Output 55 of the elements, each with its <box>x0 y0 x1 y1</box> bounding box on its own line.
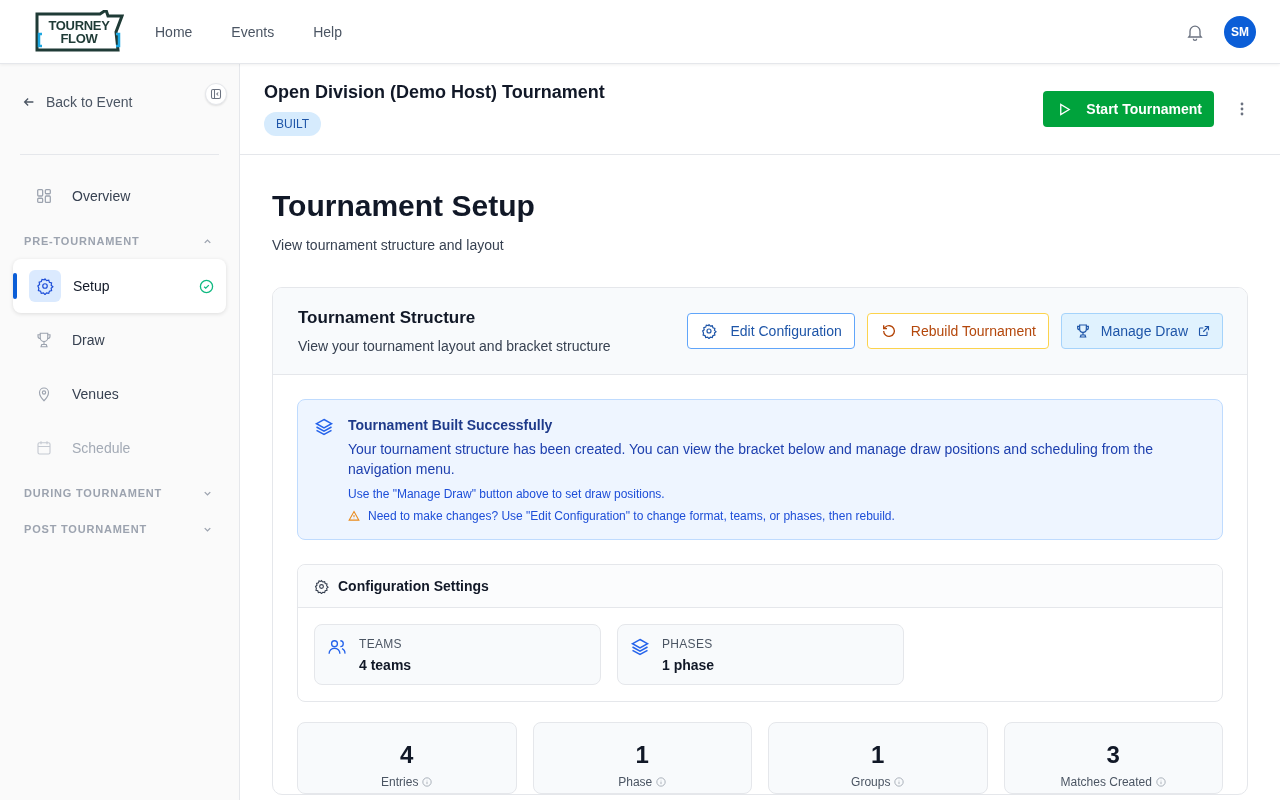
action-button[interactable]: Edit Configuration <box>686 313 855 349</box>
tournament-title: Open Division (Demo Host) Tournament <box>264 82 605 103</box>
panel-title: Configuration Settings <box>338 578 489 594</box>
back-link[interactable]: Back to Event <box>22 94 133 110</box>
setting-value: 1 phase <box>662 657 715 673</box>
gear-icon <box>314 578 329 594</box>
alert-hint: Use the "Manage Draw" button above to set draw positions. <box>348 487 666 501</box>
sidebar-item[interactable]: Venues <box>12 367 227 421</box>
gear-icon <box>29 270 61 302</box>
nav-link[interactable]: Help <box>313 23 342 40</box>
page-subtitle: View tournament structure and layout <box>272 237 505 253</box>
gear-icon <box>700 323 717 339</box>
avatar[interactable]: SM <box>1224 15 1256 48</box>
action-button[interactable]: Manage Draw <box>1060 313 1223 349</box>
rotate-icon <box>880 323 897 339</box>
sidebar-item[interactable]: Setup <box>13 259 226 313</box>
stat-label: Entries <box>381 775 419 789</box>
alert-message: Your tournament structure has been created. You can view the bracket below and manage draw positions and scheduling from the navigation menu. <box>348 440 1154 479</box>
layers-icon <box>630 637 650 657</box>
warning-icon <box>348 510 360 522</box>
sidebar-toggle-icon <box>210 88 222 100</box>
action-button[interactable]: Rebuild Tournament <box>866 313 1049 349</box>
back-arrow-icon <box>22 95 36 109</box>
nav-link[interactable]: Home <box>155 23 193 40</box>
setting-label: PHASES <box>662 637 714 651</box>
status-badge: BUILT <box>264 112 322 136</box>
info-icon[interactable] <box>422 777 433 787</box>
stat-label: Groups <box>851 775 891 789</box>
setting-label: TEAMS <box>359 637 403 651</box>
page-title: Tournament Setup <box>272 189 536 223</box>
nav-link[interactable]: Events <box>231 23 275 40</box>
external-link-icon <box>1198 325 1210 337</box>
more-icon[interactable] <box>1240 101 1244 117</box>
alert-title: Tournament Built Successfully <box>348 417 554 433</box>
stat-value: 1 <box>634 741 650 769</box>
stat-value: 3 <box>1105 741 1121 769</box>
users-icon <box>327 637 347 657</box>
logo[interactable]: TOURNEY FLOW <box>34 9 124 52</box>
trophy-icon <box>1074 323 1091 339</box>
info-icon[interactable] <box>894 777 905 787</box>
sidebar-item[interactable]: Overview <box>12 169 227 223</box>
stat-label: Matches Created <box>1060 775 1152 789</box>
play-icon <box>1057 101 1073 117</box>
stat-value: 1 <box>870 741 886 769</box>
stat-value: 4 <box>399 741 415 769</box>
sidebar-item[interactable]: Draw <box>12 313 227 367</box>
stat-label: Phase <box>618 775 653 789</box>
setting-value: 4 teams <box>359 657 412 673</box>
collapse-sidebar-button[interactable] <box>205 83 227 105</box>
info-icon[interactable] <box>656 777 667 787</box>
info-icon[interactable] <box>1155 777 1166 787</box>
card-title: Tournament Structure <box>298 308 477 328</box>
warning-text: Need to make changes? Use "Edit Configuration" to change format, teams, or phases, then rebuild. <box>368 509 895 523</box>
card-subtitle: View your tournament layout and bracket structure <box>298 338 611 354</box>
layers-icon <box>314 417 334 437</box>
